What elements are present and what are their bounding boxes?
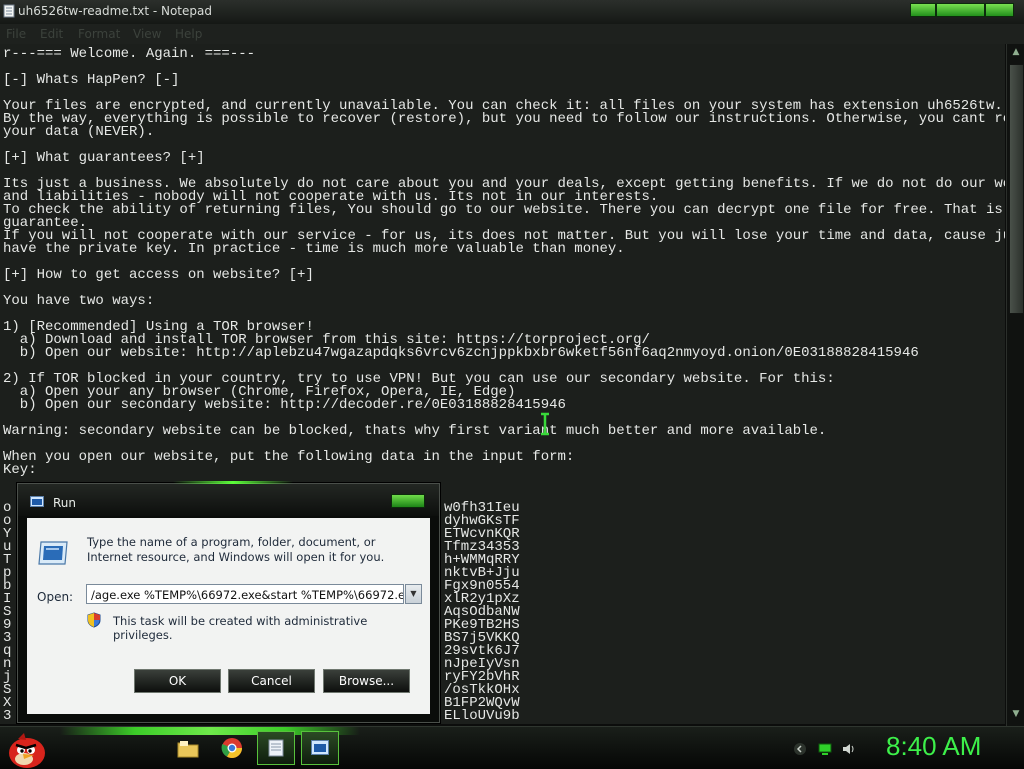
run-taskbar-icon <box>311 740 329 755</box>
text-line: When you open our website, put the follo… <box>3 449 575 465</box>
minimize-button[interactable] <box>910 3 936 17</box>
run-body: Type the name of a program, folder, docu… <box>27 518 430 714</box>
taskbar-notepad[interactable] <box>257 731 295 765</box>
chrome-icon[interactable] <box>218 735 246 761</box>
menu-format[interactable]: Format <box>78 27 120 41</box>
open-input[interactable]: /age.exe %TEMP%\66972.exe&start %TEMP%\6… <box>86 584 404 604</box>
ok-button[interactable]: OK <box>134 669 221 693</box>
window-controls <box>910 3 1014 17</box>
text-line: You have two ways: <box>3 293 155 309</box>
close-button[interactable] <box>391 494 425 508</box>
text-line: b) Open our website: http://aplebzu47wga… <box>3 345 919 361</box>
text-line: Warning: secondary website can be blocke… <box>3 423 827 439</box>
network-icon[interactable] <box>818 742 832 756</box>
open-dropdown-button[interactable]: ▼ <box>405 584 422 604</box>
notepad-title-bar[interactable]: uh6526tw-readme.txt - Notepad <box>0 0 1024 25</box>
vertical-scrollbar[interactable]: ▲ ▼ <box>1006 44 1024 726</box>
tray-chevron-icon[interactable] <box>793 742 807 756</box>
menu-bar: File Edit Format View Help <box>0 24 1024 44</box>
text-cursor-icon <box>541 412 549 436</box>
key-fragment-left: 3 <box>3 708 12 724</box>
run-program-icon <box>38 541 68 565</box>
browse-button[interactable]: Browse... <box>323 669 410 693</box>
text-line: [+] What guarantees? [+] <box>3 150 205 166</box>
notepad-icon <box>268 739 284 757</box>
text-line: have the private key. In practice - time… <box>3 241 625 257</box>
run-title: Run <box>53 496 77 510</box>
taskbar-run[interactable] <box>301 731 339 765</box>
text-line: r---=== Welcome. Again. ===--- <box>3 46 256 62</box>
document-icon <box>3 4 15 18</box>
cancel-button[interactable]: Cancel <box>228 669 315 693</box>
text-line: To check the ability of returning files,… <box>3 202 1005 218</box>
volume-icon[interactable] <box>842 742 856 756</box>
uac-shield-icon <box>87 612 101 628</box>
open-label: Open: <box>37 590 74 604</box>
window-title: uh6526tw-readme.txt - Notepad <box>18 4 212 18</box>
maximize-button[interactable] <box>935 3 985 17</box>
text-line: your data (NEVER). <box>3 124 155 140</box>
clock[interactable]: 8:40 AM <box>886 731 981 762</box>
menu-view[interactable]: View <box>133 27 161 41</box>
scroll-down-icon[interactable]: ▼ <box>1010 708 1022 720</box>
run-icon <box>30 496 44 507</box>
text-line: b) Open our secondary website: http://de… <box>3 397 566 413</box>
menu-file[interactable]: File <box>6 27 26 41</box>
run-title-bar[interactable]: Run <box>18 484 439 516</box>
close-button[interactable] <box>984 3 1014 17</box>
run-description: Type the name of a program, folder, docu… <box>87 535 385 564</box>
text-line: [-] Whats HapPen? [-] <box>3 72 180 88</box>
text-line: Key: <box>3 462 37 478</box>
menu-edit[interactable]: Edit <box>40 27 63 41</box>
key-fragment: ELloUVu9b <box>444 708 520 724</box>
start-button-bird-icon[interactable] <box>4 729 50 769</box>
folder-icon[interactable] <box>174 735 202 761</box>
run-dialog: Run Type the name of a program, folder, … <box>17 481 440 723</box>
text-line: [+] How to get access on website? [+] <box>3 267 314 283</box>
admin-note: This task will be created with administr… <box>113 614 368 642</box>
scroll-thumb[interactable] <box>1009 64 1024 314</box>
scroll-up-icon[interactable]: ▲ <box>1010 46 1022 58</box>
menu-help[interactable]: Help <box>175 27 202 41</box>
taskbar <box>0 726 1024 769</box>
